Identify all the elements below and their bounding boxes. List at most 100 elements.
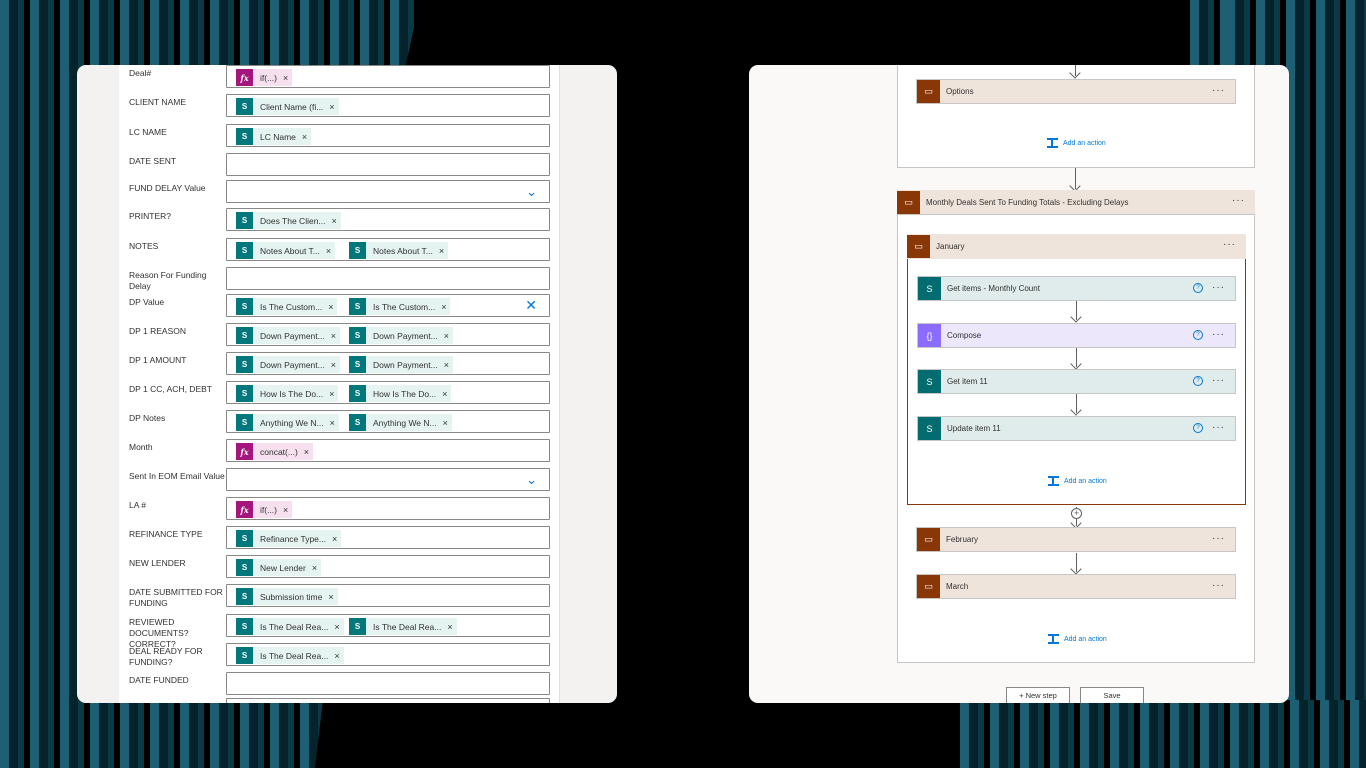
remove-token-icon[interactable]: × (328, 592, 333, 602)
expression-token[interactable]: fx if(...) × (236, 69, 293, 86)
input-field[interactable] (226, 672, 550, 695)
remove-token-icon[interactable]: × (443, 418, 448, 428)
remove-token-icon[interactable]: × (439, 246, 444, 256)
more-options-icon[interactable]: ··· (1212, 85, 1225, 96)
input-field[interactable]: S Is The Deal Rea... × S Is The Deal Rea... × (226, 614, 550, 637)
dynamic-content-token[interactable]: S Anything We N... × (349, 414, 452, 431)
february-action[interactable]: ▭ February ··· (916, 527, 1236, 552)
dynamic-content-token[interactable]: S Does The Clien... × (236, 212, 341, 229)
chevron-down-icon[interactable]: ⌄ (526, 184, 537, 200)
input-field[interactable]: S Refinance Type... × (226, 526, 550, 549)
dynamic-content-token[interactable]: S Down Payment... × (236, 356, 340, 373)
remove-token-icon[interactable]: × (283, 505, 288, 515)
dynamic-content-token[interactable]: S How Is The Do... × (236, 385, 339, 402)
dynamic-content-token[interactable]: S Refinance Type... × (236, 530, 342, 547)
remove-token-icon[interactable]: × (334, 651, 339, 661)
options-action[interactable]: ▭ Options ··· (916, 79, 1236, 104)
dynamic-content-token[interactable]: S How Is The Do... × (349, 385, 452, 402)
remove-token-icon[interactable]: × (444, 331, 449, 341)
dropdown-field[interactable]: ⌄ (226, 468, 550, 491)
update-item-action[interactable]: S Update item 11 ? ··· (917, 416, 1236, 441)
input-field[interactable]: S Down Payment... × S Down Payment... × (226, 352, 550, 375)
input-field[interactable]: fx concat(...) × (226, 439, 550, 462)
save-button[interactable]: Save (1080, 687, 1144, 703)
remove-token-icon[interactable]: × (302, 132, 307, 142)
more-options-icon[interactable]: ··· (1232, 195, 1245, 206)
remove-token-icon[interactable]: × (329, 102, 334, 112)
input-field[interactable]: S Client Name (fi... × (226, 94, 550, 117)
remove-token-icon[interactable]: × (332, 534, 337, 544)
input-field[interactable]: S Is The Custom... × S Is The Custom... × ✕ (226, 294, 550, 317)
remove-token-icon[interactable]: × (330, 418, 335, 428)
add-action-link[interactable]: Add an action (1048, 476, 1107, 486)
dynamic-content-token[interactable]: S Anything We N... × (236, 414, 339, 431)
remove-token-icon[interactable]: × (331, 360, 336, 370)
help-icon[interactable]: ? (1193, 330, 1203, 340)
input-field[interactable]: fx if(...) × (226, 497, 550, 520)
expression-token[interactable]: fx concat(...) × (236, 443, 314, 460)
help-icon[interactable]: ? (1193, 283, 1203, 293)
dynamic-content-token[interactable]: S Notes About T... × (236, 242, 336, 259)
remove-token-icon[interactable]: × (304, 447, 309, 457)
remove-token-icon[interactable]: × (326, 246, 331, 256)
remove-token-icon[interactable]: × (329, 389, 334, 399)
input-field[interactable] (226, 267, 550, 290)
dynamic-content-token[interactable]: S Is The Deal Rea... × (349, 618, 457, 635)
input-field[interactable]: S Is The Deal Rea... × (226, 643, 550, 666)
remove-token-icon[interactable]: × (331, 331, 336, 341)
january-header[interactable]: ▭ January ··· (907, 234, 1246, 259)
add-action-link[interactable]: Add an action (1048, 634, 1107, 644)
remove-token-icon[interactable]: × (442, 389, 447, 399)
get-items-action[interactable]: S Get items - Monthly Count ? ··· (917, 276, 1236, 301)
input-field[interactable]: S LC Name × (226, 124, 550, 147)
dynamic-content-token[interactable]: S Is The Deal Rea... × (236, 647, 344, 664)
input-field[interactable]: S Does The Clien... × (226, 208, 550, 231)
remove-token-icon[interactable]: × (447, 622, 452, 632)
input-field[interactable]: S Anything We N... × S Anything We N... × (226, 410, 550, 433)
more-options-icon[interactable]: ··· (1212, 375, 1225, 386)
dynamic-content-token[interactable]: S Submission time × (236, 588, 338, 605)
input-field[interactable]: S How Is The Do... × S How Is The Do... × (226, 381, 550, 404)
monthly-scope-header[interactable]: ▭ Monthly Deals Sent To Funding Totals -… (897, 190, 1255, 215)
compose-action[interactable]: {} Compose ? ··· (917, 323, 1236, 348)
input-field[interactable] (226, 153, 550, 176)
more-options-icon[interactable]: ··· (1212, 533, 1225, 544)
dynamic-content-token[interactable]: S Is The Custom... × (236, 298, 338, 315)
remove-token-icon[interactable]: × (283, 73, 288, 83)
help-icon[interactable]: ? (1193, 423, 1203, 433)
input-field[interactable]: S Submission time × (226, 584, 550, 607)
input-field[interactable] (226, 698, 550, 703)
remove-token-icon[interactable]: × (441, 302, 446, 312)
more-options-icon[interactable]: ··· (1212, 580, 1225, 591)
remove-token-icon[interactable]: × (444, 360, 449, 370)
dynamic-content-token[interactable]: S Down Payment... × (236, 327, 340, 344)
clear-field-icon[interactable]: ✕ (525, 297, 537, 314)
input-field[interactable]: fx if(...) × (226, 65, 550, 88)
dynamic-content-token[interactable]: S Down Payment... × (349, 356, 453, 373)
new-step-button[interactable]: + New step (1006, 687, 1070, 703)
dynamic-content-token[interactable]: S LC Name × (236, 128, 312, 145)
add-action-link[interactable]: Add an action (1047, 138, 1106, 148)
dynamic-content-token[interactable]: S Client Name (fi... × (236, 98, 339, 115)
get-item-action[interactable]: S Get item 11 ? ··· (917, 369, 1236, 394)
remove-token-icon[interactable]: × (332, 216, 337, 226)
dynamic-content-token[interactable]: S Is The Custom... × (349, 298, 451, 315)
input-field[interactable]: S Down Payment... × S Down Payment... × (226, 323, 550, 346)
more-options-icon[interactable]: ··· (1212, 282, 1225, 293)
help-icon[interactable]: ? (1193, 376, 1203, 386)
remove-token-icon[interactable]: × (334, 622, 339, 632)
more-options-icon[interactable]: ··· (1212, 329, 1225, 340)
expression-token[interactable]: fx if(...) × (236, 501, 293, 518)
remove-token-icon[interactable]: × (328, 302, 333, 312)
march-action[interactable]: ▭ March ··· (916, 574, 1236, 599)
dynamic-content-token[interactable]: S Is The Deal Rea... × (236, 618, 344, 635)
dynamic-content-token[interactable]: S Down Payment... × (349, 327, 453, 344)
more-options-icon[interactable]: ··· (1223, 239, 1236, 250)
dropdown-field[interactable]: ⌄ (226, 180, 550, 203)
input-field[interactable]: S New Lender × (226, 555, 550, 578)
more-options-icon[interactable]: ··· (1212, 422, 1225, 433)
remove-token-icon[interactable]: × (312, 563, 317, 573)
insert-step-icon[interactable]: + (1071, 508, 1082, 519)
chevron-down-icon[interactable]: ⌄ (526, 472, 537, 488)
dynamic-content-token[interactable]: S Notes About T... × (349, 242, 449, 259)
